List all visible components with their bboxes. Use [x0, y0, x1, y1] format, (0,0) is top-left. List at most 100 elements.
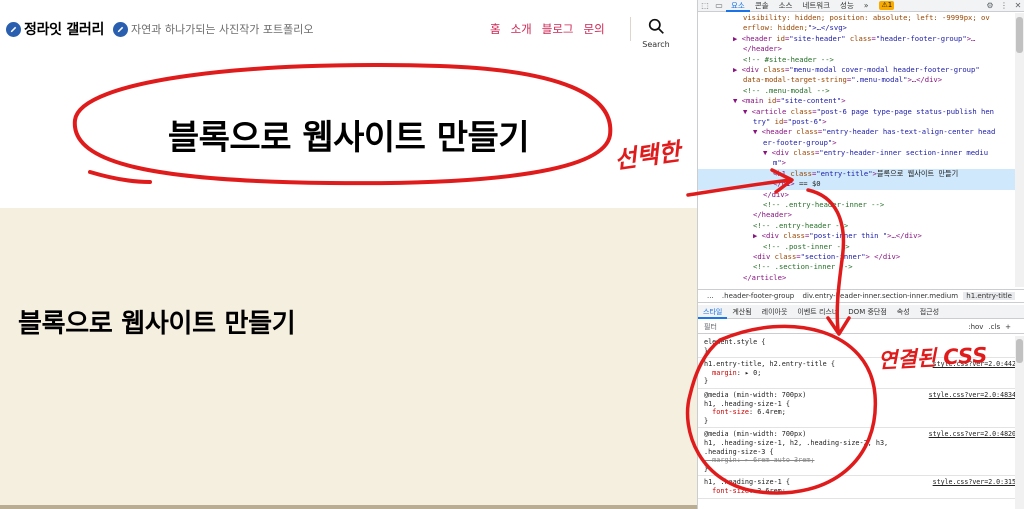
header-divider [630, 17, 631, 41]
dom-node[interactable]: <!-- .entry-header-inner --> [698, 200, 1016, 210]
tab-performance[interactable]: 성능 [835, 0, 859, 12]
styles-filter-input[interactable]: 필터 [698, 322, 968, 332]
menu-item-home[interactable]: 홈 [490, 21, 501, 37]
dom-node[interactable]: try" id="post-6"> [698, 117, 1016, 127]
dom-node[interactable]: data-modal-target-string=".menu-modal">…… [698, 75, 1016, 85]
search-icon [648, 18, 664, 34]
breadcrumb-item[interactable]: div.entry-header-inner.section-inner.med… [800, 292, 962, 300]
tab-console[interactable]: 콘솔 [750, 0, 774, 12]
inspect-element-icon[interactable]: ⬚ [698, 0, 712, 12]
image-strip [0, 505, 697, 509]
dom-node[interactable]: <!-- .entry-header --> [698, 221, 1016, 231]
dom-tree[interactable]: visibility: hidden; position: absolute; … [698, 13, 1016, 287]
css-rule-line[interactable]: h1, .heading-size-1, h2, .heading-size-2… [704, 439, 1016, 448]
dom-node[interactable]: <!-- #site-header --> [698, 55, 1016, 65]
tab-computed[interactable]: 계산됨 [727, 305, 756, 319]
dom-node[interactable]: ▶ <div class="menu-modal cover-modal hea… [698, 65, 1016, 75]
device-toolbar-icon[interactable]: ▭ [712, 0, 726, 12]
css-rule-line[interactable]: } [704, 465, 1016, 474]
css-rules-scrollbar[interactable] [1015, 336, 1024, 509]
css-rule-line[interactable]: font-size: 3.6rem; [704, 487, 1016, 496]
dom-node[interactable]: visibility: hidden; position: absolute; … [698, 13, 1016, 23]
css-rule-line[interactable]: } [704, 417, 1016, 426]
dom-node[interactable]: <!-- .post-inner --> [698, 242, 1016, 252]
dom-node[interactable]: ▶ <div class="post-inner thin ">…</div> [698, 231, 1016, 241]
dom-node[interactable]: m"> [698, 158, 1016, 168]
css-rule-line[interactable]: h1, .heading-size-1 { [704, 400, 1016, 409]
scrollbar-thumb[interactable] [1016, 339, 1023, 363]
dom-node[interactable]: erflow: hidden;">…</svg> [698, 23, 1016, 33]
tab-styles[interactable]: 스타일 [698, 305, 728, 319]
scrollbar-thumb[interactable] [1016, 17, 1023, 53]
css-source-link[interactable]: style.css?ver=2.0:4834 [929, 391, 1016, 400]
styles-filter-bar: 필터 :hov .cls + [698, 320, 1024, 334]
dom-node[interactable]: er-footer-group"> [698, 138, 1016, 148]
site-header: 정라잇 갤러리 자연과 하나가되는 사진작가 포트폴리오 홈 소개 블로그 문의… [0, 0, 697, 62]
class-toggle[interactable]: .cls [988, 323, 1000, 331]
breadcrumb-item-active[interactable]: h1.entry-title [963, 292, 1015, 300]
dom-tree-scrollbar[interactable] [1015, 13, 1024, 287]
entry-header: 블록으로 웹사이트 만들기 [0, 62, 697, 208]
warning-count: 1 [887, 1, 893, 9]
site-title-text[interactable]: 정라잇 갤러리 [24, 19, 104, 39]
dom-node[interactable]: ▶ <header id="site-header" class="header… [698, 34, 1016, 44]
dom-node[interactable]: </div> [698, 190, 1016, 200]
tab-event-listeners[interactable]: 이벤트 리스너 [792, 305, 843, 319]
css-rule[interactable]: @media (min-width: 700px) h1, .heading-si… [698, 389, 1016, 429]
styles-tab-bar: 스타일 계산됨 레이아웃 이벤트 리스너 DOM 중단점 속성 접근성 [698, 305, 1024, 319]
devtools-panel: ⬚ ▭ 요소 콘솔 소스 네트워크 성능 » ⚠1 ⚙ ⋮ ✕ visibili… [697, 0, 1024, 509]
css-source-link[interactable]: style.css?ver=2.0:315 [933, 478, 1016, 487]
dom-node-selected[interactable]: <h1 class="entry-title">블록으로 웹사이트 만들기 [698, 168, 1016, 180]
primary-menu: 홈 소개 블로그 문의 [490, 21, 605, 37]
dom-node[interactable]: <div class="section-inner"> </div> [698, 252, 1016, 262]
menu-item-blog[interactable]: 블로그 [542, 21, 574, 37]
tab-layout[interactable]: 레이아웃 [757, 305, 793, 319]
css-rule-line[interactable]: } [704, 377, 1016, 386]
breadcrumb-item[interactable]: .header-footer-group [719, 292, 797, 300]
edit-pencil-icon[interactable] [113, 21, 128, 37]
devtools-tab-bar: ⬚ ▭ 요소 콘솔 소스 네트워크 성능 » ⚠1 ⚙ ⋮ ✕ [698, 0, 1024, 12]
new-rule-button[interactable]: + [1005, 323, 1011, 331]
dom-node[interactable]: </header> [698, 210, 1016, 220]
more-options-icon[interactable]: ⋮ [997, 0, 1011, 12]
close-icon[interactable]: ✕ [1011, 0, 1024, 12]
dom-node[interactable]: ▼ <article class="post-6 page type-page … [698, 107, 1016, 117]
site-description: 자연과 하나가되는 사진작가 포트폴리오 [113, 21, 314, 37]
dom-node[interactable]: </header> [698, 44, 1016, 54]
dom-breadcrumb: ... .header-footer-group div.entry-heade… [698, 289, 1024, 303]
screenshot-root: 정라잇 갤러리 자연과 하나가되는 사진작가 포트폴리오 홈 소개 블로그 문의… [0, 0, 1024, 509]
tab-elements[interactable]: 요소 [726, 0, 750, 12]
css-rule-line[interactable]: margin: ▸ 6rem auto 3rem; [704, 456, 1016, 465]
tab-accessibility[interactable]: 접근성 [915, 305, 944, 319]
site-title[interactable]: 정라잇 갤러리 [6, 19, 104, 39]
site-description-text: 자연과 하나가되는 사진작가 포트폴리오 [131, 23, 314, 36]
dom-node[interactable]: ▼ <main id="site-content"> [698, 96, 1016, 106]
css-rule[interactable]: @media (min-width: 700px) h1, .heading-si… [698, 428, 1016, 477]
entry-title: 블록으로 웹사이트 만들기 [167, 118, 530, 158]
css-rule-line[interactable]: font-size: 6.4rem; [704, 408, 1016, 417]
tab-dom-breakpoints[interactable]: DOM 중단점 [843, 305, 892, 319]
css-rule-line[interactable]: .heading-size-3 { [704, 448, 1016, 457]
settings-gear-icon[interactable]: ⚙ [983, 0, 997, 12]
css-source-link[interactable]: style.css?ver=2.0:4820 [929, 430, 1016, 439]
tab-network[interactable]: 네트워크 [797, 0, 835, 12]
post-content-heading: 블록으로 웹사이트 만들기 [18, 309, 296, 339]
dom-node-selected[interactable]: </h1> == $0 [698, 179, 1016, 190]
css-rule[interactable]: h1, .heading-size-1 { font-size: 3.6rem;… [698, 476, 1016, 499]
dom-node[interactable]: </article> [698, 273, 1016, 283]
dom-node[interactable]: ▼ <div class="entry-header-inner section… [698, 148, 1016, 158]
hover-state-toggle[interactable]: :hov [968, 323, 983, 331]
tab-properties[interactable]: 속성 [892, 305, 915, 319]
more-tabs-button[interactable]: » [859, 0, 874, 12]
search-toggle-button[interactable]: Search [640, 18, 672, 49]
dom-node[interactable]: <!-- .section-inner --> [698, 262, 1016, 272]
tab-sources[interactable]: 소스 [774, 0, 798, 12]
edit-pencil-icon[interactable] [6, 21, 21, 37]
warning-badge[interactable]: ⚠1 [879, 1, 895, 10]
annotation-css-label: 연결된 CSS [877, 343, 989, 373]
menu-item-about[interactable]: 소개 [511, 21, 532, 37]
dom-node[interactable]: ▼ <header class="entry-header has-text-a… [698, 127, 1016, 137]
breadcrumb-item[interactable]: ... [704, 292, 717, 300]
menu-item-contact[interactable]: 문의 [584, 21, 605, 37]
dom-node[interactable]: <!-- .menu-modal --> [698, 86, 1016, 96]
